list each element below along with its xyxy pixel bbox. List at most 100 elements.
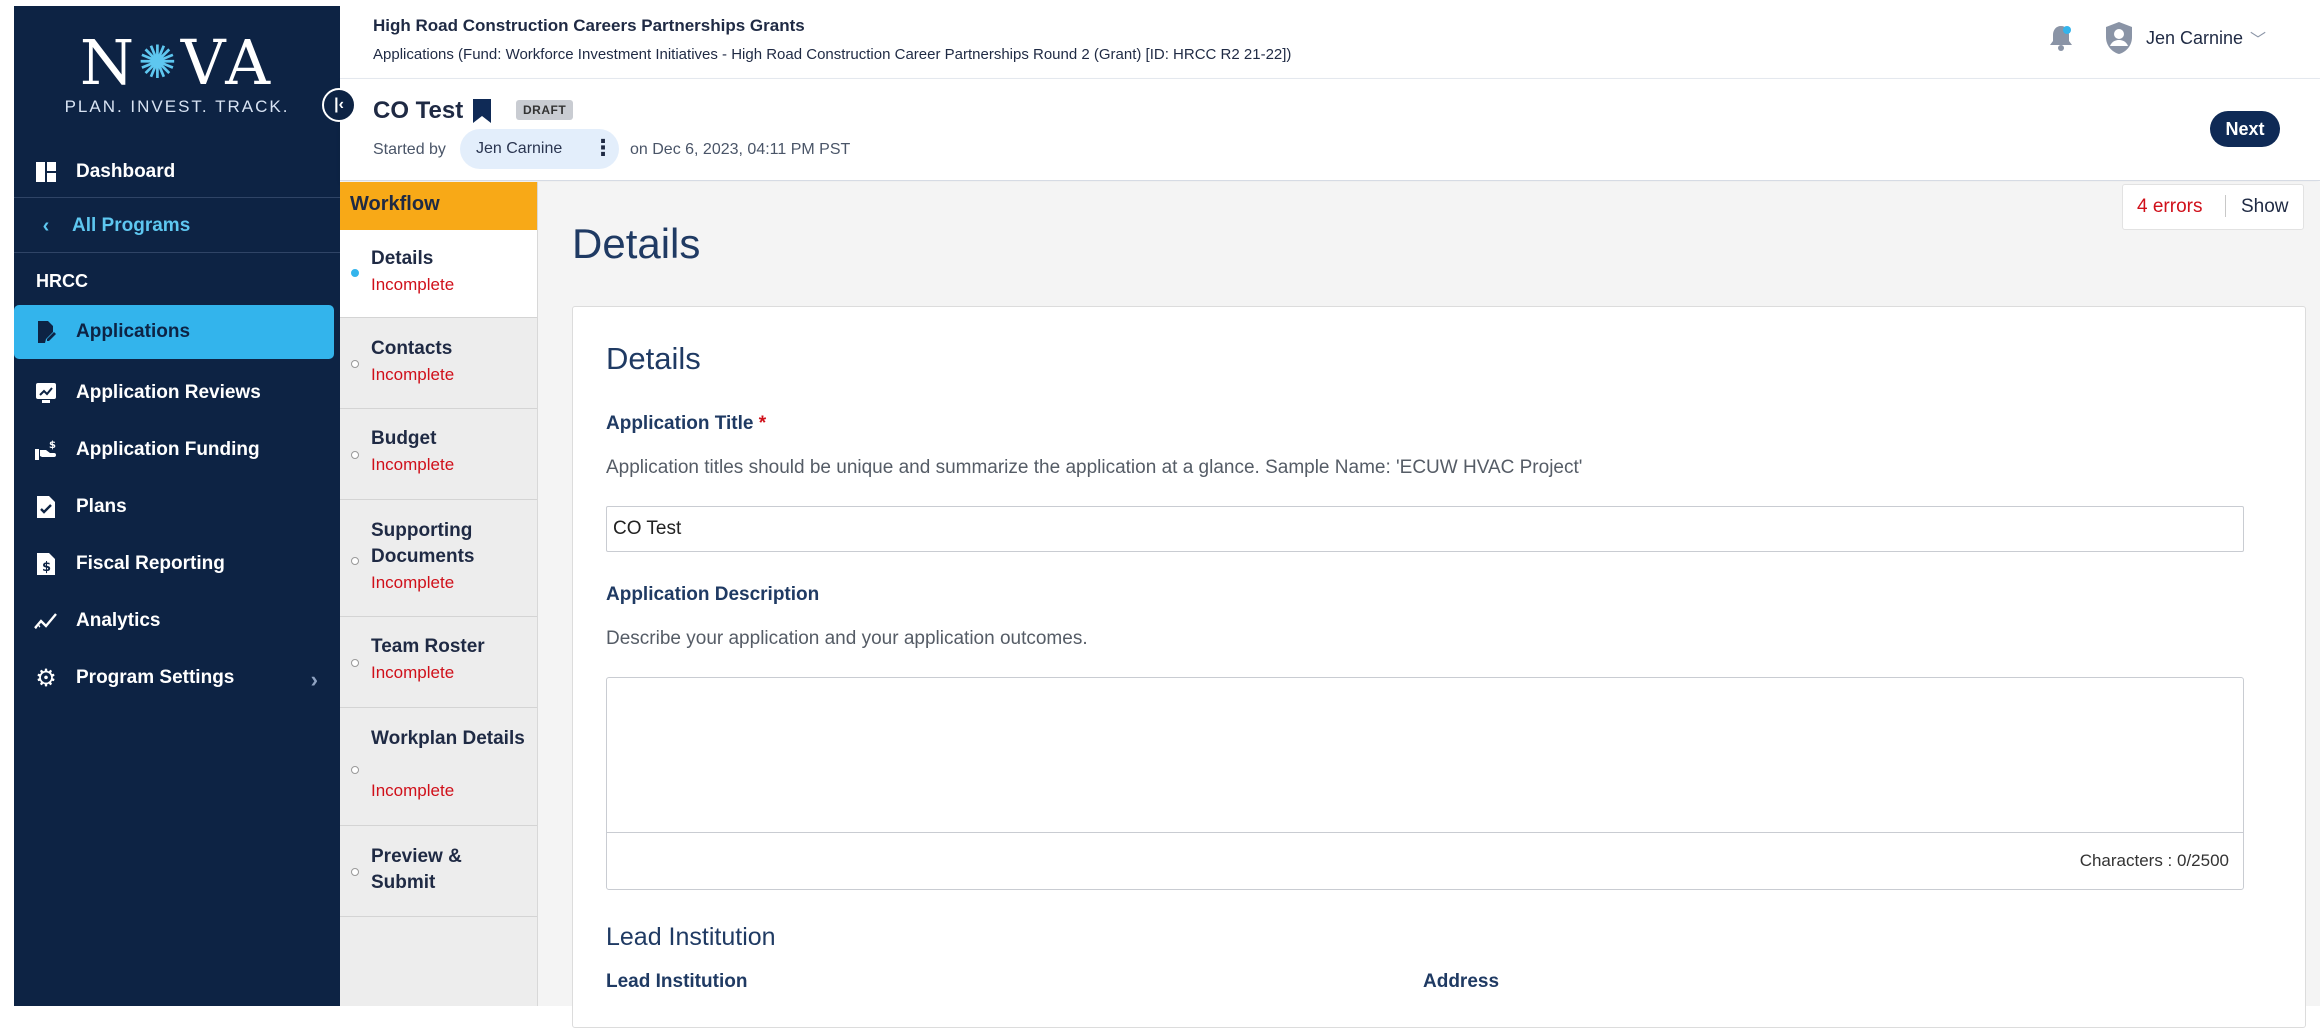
workflow-panel: Workflow Details Incomplete Contacts Inc… xyxy=(340,182,538,1006)
nova-logo[interactable]: N✺VA PLAN. INVEST. TRACK. xyxy=(14,30,340,117)
workflow-step-label: Contacts xyxy=(371,338,453,359)
logo-letters-right: VA xyxy=(180,26,275,99)
started-date: on Dec 6, 2023, 04:11 PM PST xyxy=(630,141,851,158)
step-indicator-icon xyxy=(351,451,359,459)
started-by-chip[interactable]: Jen Carnine ⋮ xyxy=(460,129,619,169)
workflow-step-status: Incomplete xyxy=(371,275,455,294)
bookmark-icon[interactable] xyxy=(473,99,491,128)
workflow-step-status: Incomplete xyxy=(371,455,455,474)
workflow-step-label: Details xyxy=(371,248,434,269)
workflow-step-label: Workplan Details xyxy=(371,728,525,749)
user-avatar-icon[interactable] xyxy=(2105,22,2133,59)
application-title-label-text: Application Title xyxy=(606,413,754,434)
character-count: Characters : 0/2500 xyxy=(2079,851,2229,870)
nav-application-reviews[interactable]: Application Reviews xyxy=(14,366,340,420)
textarea-footer: Characters : 0/2500 xyxy=(607,832,2243,889)
svg-text:$: $ xyxy=(42,560,51,575)
nav-dashboard-label: Dashboard xyxy=(76,161,176,182)
application-name: CO Test xyxy=(373,97,464,124)
workflow-step-workplan-details[interactable]: Workplan Details Incomplete xyxy=(340,708,537,826)
next-button[interactable]: Next xyxy=(2210,111,2280,147)
application-description-label: Application Description xyxy=(606,584,820,605)
step-indicator-icon xyxy=(351,269,359,277)
nav-program-settings[interactable]: ⚙ Program Settings › xyxy=(14,651,340,705)
nav-applications[interactable]: Applications xyxy=(14,305,334,359)
nav-applications-label: Applications xyxy=(76,321,191,342)
workflow-step-label: Preview & Submit xyxy=(371,846,462,893)
error-summary: 4 errors Show xyxy=(2122,184,2304,230)
funding-hand-icon: $ xyxy=(34,438,58,462)
workflow-step-label: Team Roster xyxy=(371,636,485,657)
program-title: High Road Construction Careers Partnersh… xyxy=(373,16,805,35)
page-title: Details xyxy=(572,220,701,267)
address-label: Address xyxy=(1423,971,1500,992)
kebab-menu-icon[interactable]: ⋮ xyxy=(592,136,614,160)
nav-plans[interactable]: Plans xyxy=(14,480,340,534)
application-title-help: Application titles should be unique and … xyxy=(606,457,1583,478)
edit-document-icon xyxy=(34,320,58,344)
nav-program-settings-label: Program Settings xyxy=(76,667,235,688)
step-indicator-icon xyxy=(351,557,359,565)
nav-dashboard[interactable]: Dashboard xyxy=(14,145,340,199)
workflow-title: Workflow xyxy=(340,182,537,230)
divider xyxy=(14,252,340,253)
user-name[interactable]: Jen Carnine xyxy=(2146,28,2243,49)
card-title: Details xyxy=(606,341,701,376)
workflow-step-status: Incomplete xyxy=(371,365,455,384)
main-content: 4 errors Show Details Details Applicatio… xyxy=(538,182,2320,1028)
status-badge: DRAFT xyxy=(516,100,574,120)
workflow-step-team-roster[interactable]: Team Roster Incomplete xyxy=(340,617,537,708)
error-count: 4 errors xyxy=(2137,196,2203,217)
trend-line-icon xyxy=(34,609,58,633)
started-by-name: Jen Carnine xyxy=(476,140,563,157)
workflow-step-status: Incomplete xyxy=(371,663,455,682)
application-title-input[interactable]: CO Test xyxy=(606,506,2244,552)
top-header: High Road Construction Careers Partnersh… xyxy=(340,0,2320,79)
chevron-right-icon: › xyxy=(310,667,318,692)
program-heading: HRCC xyxy=(14,254,340,308)
nav-fiscal-reporting-label: Fiscal Reporting xyxy=(76,553,225,574)
application-description-textarea[interactable]: Characters : 0/2500 xyxy=(606,677,2244,890)
required-marker: * xyxy=(758,413,767,434)
show-errors-button[interactable]: Show xyxy=(2241,196,2289,218)
nav-all-programs[interactable]: ‹ All Programs xyxy=(14,199,340,253)
workflow-step-label: Supporting Documents xyxy=(371,520,475,567)
svg-text:$: $ xyxy=(49,440,56,451)
nav-analytics[interactable]: Analytics xyxy=(14,594,340,648)
step-indicator-icon xyxy=(351,659,359,667)
checked-document-icon xyxy=(34,495,58,519)
nav-plans-label: Plans xyxy=(76,496,127,517)
program-heading-label: HRCC xyxy=(36,270,88,291)
workflow-step-budget[interactable]: Budget Incomplete xyxy=(340,409,537,500)
dollar-document-icon: $ xyxy=(34,552,58,576)
nav-application-reviews-label: Application Reviews xyxy=(76,382,261,403)
workflow-step-label: Budget xyxy=(371,428,437,449)
chevron-left-icon: ‹ xyxy=(42,214,50,237)
sidebar: N✺VA PLAN. INVEST. TRACK. Dashboard ‹ Al… xyxy=(14,6,340,1006)
lead-institution-label: Lead Institution xyxy=(606,971,748,992)
chevron-down-icon[interactable]: ﹀ xyxy=(2250,26,2266,50)
workflow-step-status: Incomplete xyxy=(371,573,455,592)
step-indicator-icon xyxy=(351,766,359,774)
nav-application-funding[interactable]: $ Application Funding xyxy=(14,423,340,477)
nav-application-funding-label: Application Funding xyxy=(76,439,260,460)
workflow-step-details[interactable]: Details Incomplete xyxy=(340,230,537,318)
application-title-label: Application Title * xyxy=(606,413,766,435)
workflow-step-contacts[interactable]: Contacts Incomplete xyxy=(340,318,537,409)
review-icon xyxy=(34,381,58,405)
step-indicator-icon xyxy=(351,868,359,876)
logo-letter-left: N xyxy=(79,26,139,99)
workflow-step-preview-submit[interactable]: Preview & Submit xyxy=(340,826,537,917)
details-card: Details Application Title * Application … xyxy=(572,306,2306,1028)
step-indicator-icon xyxy=(351,360,359,368)
gear-icon: ⚙ xyxy=(35,664,57,692)
logo-tagline: PLAN. INVEST. TRACK. xyxy=(64,97,290,116)
workflow-step-status: Incomplete xyxy=(371,781,455,800)
started-by-label: Started by xyxy=(373,141,446,158)
nav-fiscal-reporting[interactable]: $ Fiscal Reporting xyxy=(14,537,340,591)
program-subtitle: Applications (Fund: Workforce Investment… xyxy=(373,46,1292,63)
workflow-step-supporting-documents[interactable]: Supporting Documents Incomplete xyxy=(340,500,537,617)
application-header: CO Test DRAFT Started by Jen Carnine ⋮ o… xyxy=(340,79,2320,181)
notification-bell-icon[interactable] xyxy=(2048,24,2074,57)
nav-all-programs-label: All Programs xyxy=(72,215,191,236)
